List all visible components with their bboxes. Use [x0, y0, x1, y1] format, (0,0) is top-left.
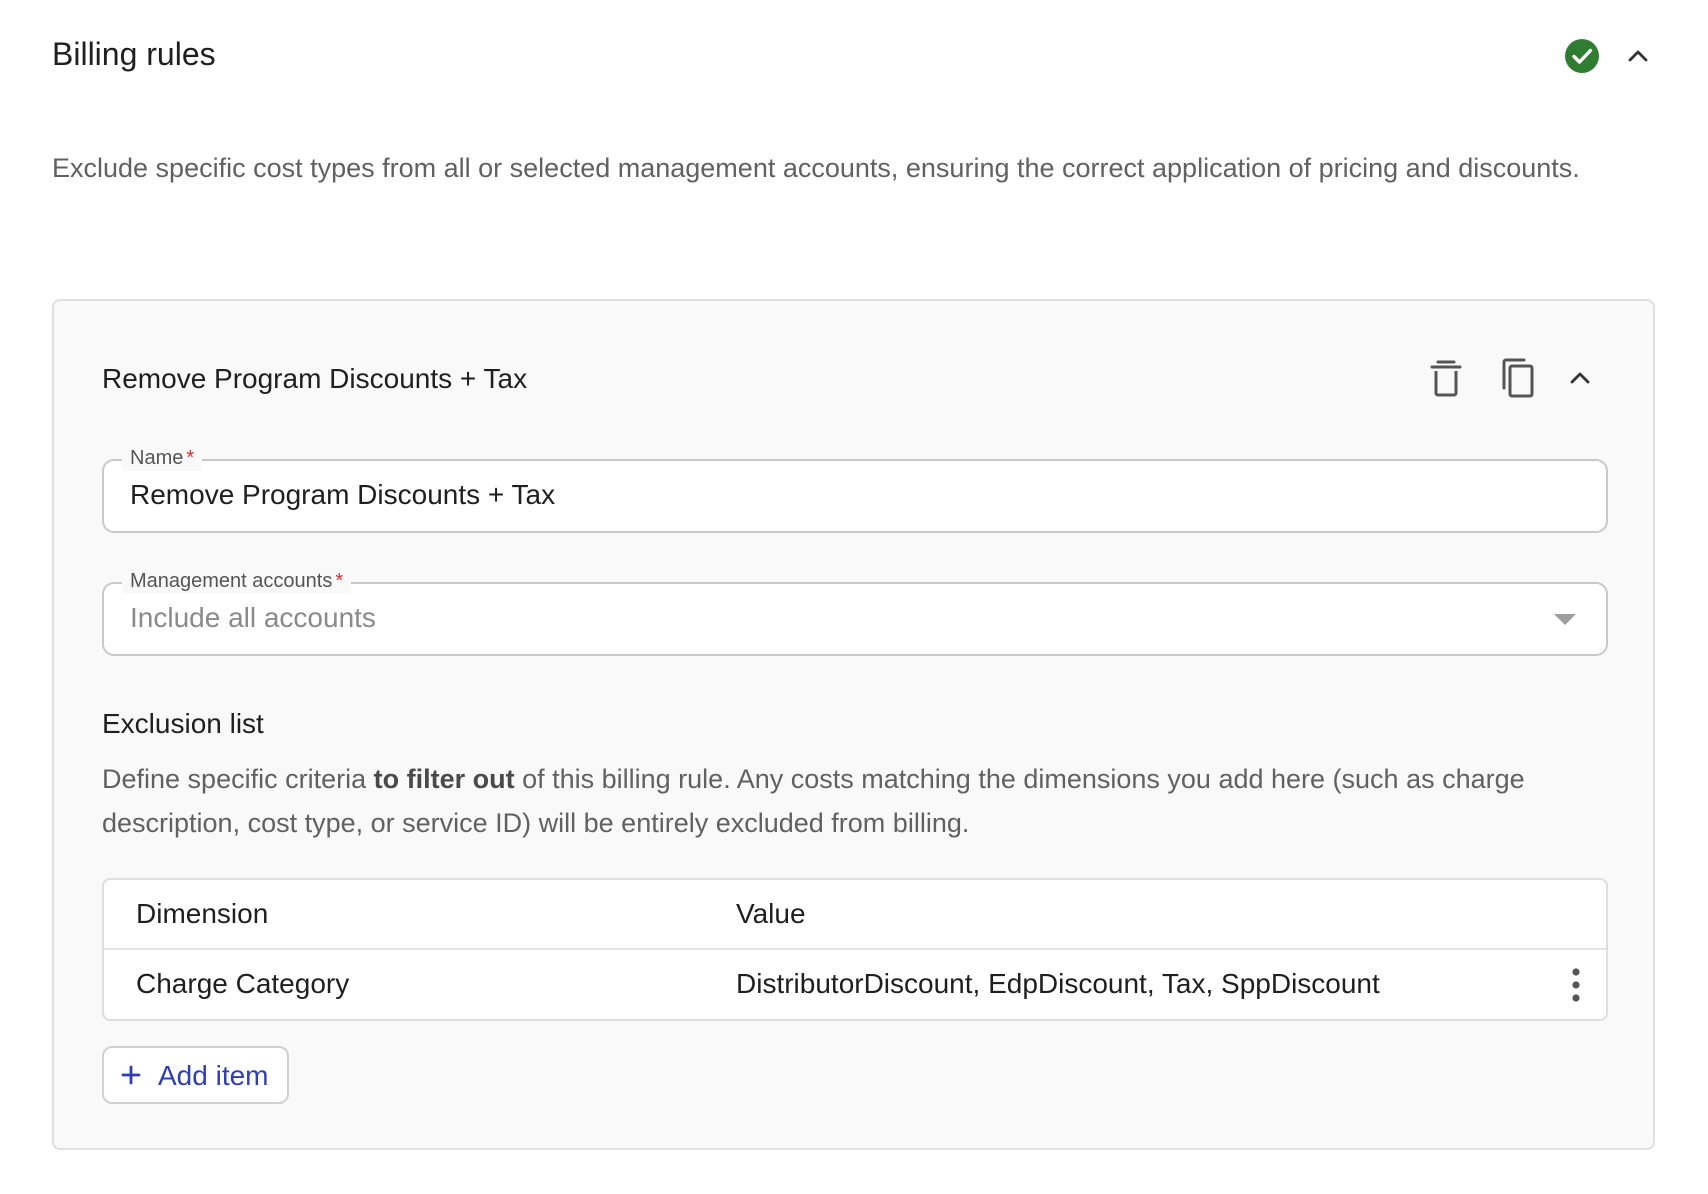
- billing-rules-page: Billing rules Exclude specific cost type…: [0, 0, 1708, 1194]
- more-vertical-icon[interactable]: [1564, 966, 1588, 1004]
- rule-card: Remove Program Discounts + Tax Name * Rem…: [52, 299, 1655, 1150]
- name-field-value: Remove Program Discounts + Tax: [130, 479, 556, 510]
- exclusion-list-heading: Exclusion list: [102, 708, 264, 739]
- column-header-value: Value: [736, 898, 806, 929]
- check-circle-icon: [1565, 39, 1599, 73]
- table-row[interactable]: Charge Category DistributorDiscount, Edp…: [104, 950, 1606, 1019]
- section-title: Billing rules: [52, 36, 216, 72]
- management-accounts-label: Management accounts *: [122, 568, 352, 594]
- plus-icon: [121, 1065, 141, 1085]
- cell-value: DistributorDiscount, EdpDiscount, Tax, S…: [736, 968, 1380, 999]
- exclusion-list-description: Define specific criteria to filter out o…: [102, 764, 1525, 838]
- section-header: Billing rules: [52, 28, 1657, 88]
- copy-icon[interactable]: [1496, 356, 1536, 400]
- add-item-button[interactable]: Add item: [102, 1046, 289, 1104]
- name-field[interactable]: Name * Remove Program Discounts + Tax: [102, 445, 1608, 533]
- cell-dimension: Charge Category: [136, 968, 350, 999]
- rule-title: Remove Program Discounts + Tax: [102, 363, 528, 394]
- management-accounts-placeholder: Include all accounts: [130, 602, 376, 633]
- chevron-up-icon[interactable]: [1564, 356, 1596, 400]
- delete-icon[interactable]: [1426, 356, 1466, 400]
- table-header: Dimension Value: [104, 880, 1606, 950]
- name-field-label: Name *: [122, 445, 203, 471]
- exclusion-table: Dimension Value Charge Category Distribu…: [102, 878, 1608, 1021]
- dropdown-arrow-icon: [1554, 614, 1576, 625]
- add-item-label: Add item: [158, 1060, 269, 1091]
- column-header-dimension: Dimension: [136, 898, 269, 929]
- chevron-up-icon[interactable]: [1622, 40, 1654, 72]
- section-description: Exclude specific cost types from all or …: [52, 153, 1580, 183]
- management-accounts-select[interactable]: Management accounts * Include all account…: [102, 568, 1608, 656]
